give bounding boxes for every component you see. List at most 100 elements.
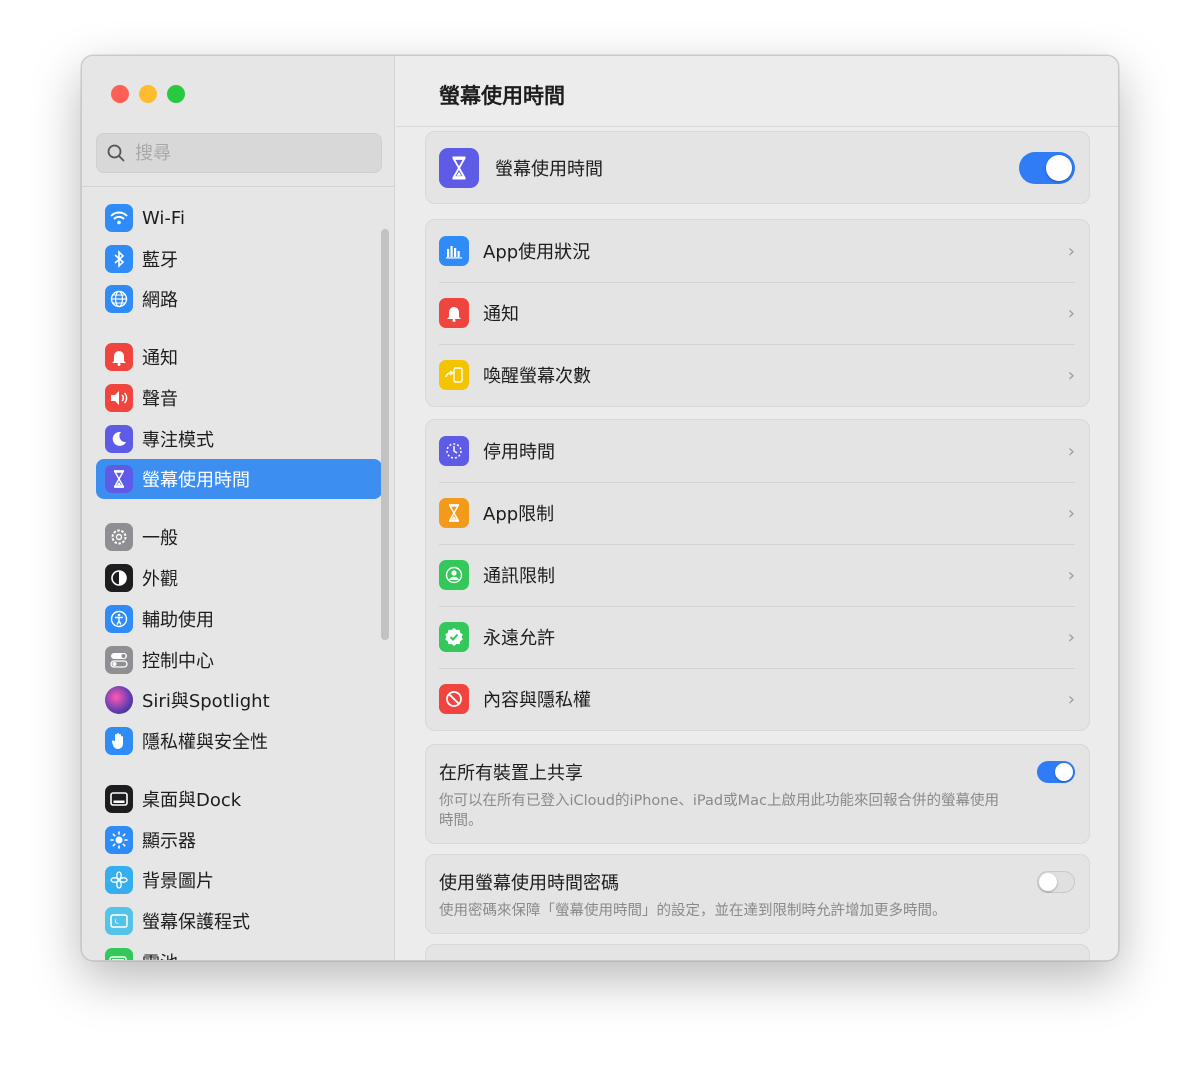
usage-group: App使用狀況 › 通知 › 喚醒螢幕次數 › (425, 219, 1090, 407)
screen-time-master-row: 螢幕使用時間 (426, 132, 1089, 203)
main-pane: 螢幕使用時間 螢幕使用時間 App使用狀況 › 通知 › 喚醒螢幕次數 › 停用… (396, 56, 1118, 960)
bell-icon (439, 298, 469, 328)
app-limits-row[interactable]: App限制 › (426, 482, 1089, 544)
sidebar-item-privacy[interactable]: 隱私權與安全性 (96, 721, 382, 761)
settings-window: Wi-Fi 藍牙 網路 通知 (81, 55, 1119, 961)
appearance-icon (105, 564, 133, 593)
chevron-right-icon: › (1067, 302, 1075, 324)
minimize-button[interactable] (139, 85, 157, 103)
sidebar-item-label: 通知 (142, 348, 178, 370)
downtime-row[interactable]: 停用時間 › (426, 420, 1089, 482)
sidebar-item-focus[interactable]: 專注模式 (96, 419, 382, 459)
speaker-icon (105, 384, 133, 413)
notifications-row[interactable]: 通知 › (426, 282, 1089, 344)
chevron-right-icon: › (1067, 364, 1075, 386)
wifi-icon (105, 204, 133, 232)
screen-time-toggle[interactable] (1019, 151, 1075, 184)
limits-group: 停用時間 › App限制 › 通訊限制 › 永遠允許 › 內容與隱私權 › (425, 419, 1090, 731)
share-toggle[interactable] (1037, 761, 1075, 783)
traffic-lights (111, 85, 185, 103)
sidebar-item-desktop-dock[interactable]: 桌面與Dock (96, 779, 382, 819)
sidebar-item-screen-time[interactable]: 螢幕使用時間 (96, 459, 382, 500)
sidebar-item-accessibility[interactable]: 輔助使用 (96, 599, 382, 639)
row-label: 內容與隱私權 (483, 690, 591, 711)
next-card-partial (425, 944, 1090, 960)
sidebar-item-label: 隱私權與安全性 (142, 731, 268, 753)
sidebar-item-battery[interactable]: 電池 (96, 942, 382, 960)
sidebar-scrollbar[interactable] (381, 229, 389, 640)
sidebar-item-label: 輔助使用 (142, 609, 214, 631)
gear-icon (105, 523, 133, 552)
sidebar-list: Wi-Fi 藍牙 網路 通知 聲音 專注模式 螢幕使用時間 一般 外觀 輔助使用… (96, 198, 382, 960)
always-allowed-row[interactable]: 永遠允許 › (426, 606, 1089, 668)
hourglass-icon (105, 465, 133, 494)
sidebar-item-label: 網路 (142, 290, 178, 312)
chevron-right-icon: › (1067, 240, 1075, 262)
pickup-icon (439, 360, 469, 390)
battery-icon (105, 947, 133, 960)
sidebar-item-bluetooth[interactable]: 藍牙 (96, 239, 382, 279)
chevron-right-icon: › (1067, 564, 1075, 586)
sidebar-item-control-center[interactable]: 控制中心 (96, 640, 382, 680)
row-label: 停用時間 (483, 442, 555, 463)
passcode-row: 使用螢幕使用時間密碼 使用密碼來保障「螢幕使用時間」的設定，並在達到限制時允許增… (426, 855, 1089, 933)
row-label: 喚醒螢幕次數 (483, 366, 591, 387)
screensaver-icon (105, 906, 133, 935)
sidebar-item-label: Siri與Spotlight (142, 691, 270, 713)
sidebar-item-label: 藍牙 (142, 249, 178, 271)
sidebar-item-wallpaper[interactable]: 背景圖片 (96, 860, 382, 900)
chevron-right-icon: › (1067, 688, 1075, 710)
contact-icon (439, 560, 469, 590)
passcode-toggle[interactable] (1037, 871, 1075, 893)
sidebar-item-label: 電池 (142, 949, 178, 960)
sidebar-item-label: 控制中心 (142, 650, 214, 672)
flower-icon (105, 866, 133, 895)
sidebar-item-screensaver[interactable]: 螢幕保護程式 (96, 901, 382, 941)
divider (396, 126, 1118, 127)
sidebar-item-appearance[interactable]: 外觀 (96, 558, 382, 598)
sidebar-item-general[interactable]: 一般 (96, 517, 382, 557)
row-label: 通知 (483, 304, 519, 325)
sidebar-item-network[interactable]: 網路 (96, 279, 382, 319)
pickups-row[interactable]: 喚醒螢幕次數 › (426, 344, 1089, 406)
screen-time-header-card: 螢幕使用時間 (425, 131, 1090, 204)
sidebar-item-label: 外觀 (142, 569, 178, 591)
bluetooth-icon (105, 244, 133, 273)
sidebar-item-displays[interactable]: 顯示器 (96, 820, 382, 860)
checkmark-badge-icon (439, 622, 469, 652)
hourglass-icon (439, 498, 469, 528)
sidebar-item-label: 背景圖片 (142, 871, 214, 893)
row-label: 通訊限制 (483, 566, 555, 587)
sidebar-item-label: 螢幕使用時間 (142, 470, 250, 492)
communication-limits-row[interactable]: 通訊限制 › (426, 544, 1089, 606)
sidebar-item-sound[interactable]: 聲音 (96, 378, 382, 418)
sidebar-item-label: 顯示器 (142, 830, 196, 852)
search-input[interactable] (135, 142, 355, 164)
bell-icon (105, 343, 133, 372)
share-title: 在所有裝置上共享 (439, 763, 583, 784)
page-title: 螢幕使用時間 (439, 84, 565, 108)
content-privacy-row[interactable]: 內容與隱私權 › (426, 668, 1089, 730)
search-icon (107, 144, 125, 162)
sidebar-item-label: 專注模式 (142, 429, 214, 451)
sidebar-item-notifications[interactable]: 通知 (96, 337, 382, 377)
row-label: App限制 (483, 504, 555, 525)
search-field[interactable] (96, 133, 382, 173)
divider (82, 186, 395, 187)
sidebar-item-label: Wi-Fi (142, 207, 185, 229)
sidebar-item-label: 一般 (142, 528, 178, 550)
hourglass-icon (439, 147, 479, 188)
share-description: 你可以在所有已登入iCloud的iPhone、iPad或Mac上啟用此功能來回報… (439, 793, 999, 829)
chevron-right-icon: › (1067, 440, 1075, 462)
close-button[interactable] (111, 85, 129, 103)
zoom-button[interactable] (167, 85, 185, 103)
dock-icon (105, 784, 133, 813)
hand-icon (105, 726, 133, 755)
sidebar-item-siri[interactable]: Siri與Spotlight (96, 680, 382, 720)
passcode-card: 使用螢幕使用時間密碼 使用密碼來保障「螢幕使用時間」的設定，並在達到限制時允許增… (425, 854, 1090, 934)
app-usage-row[interactable]: App使用狀況 › (426, 220, 1089, 282)
sidebar-item-wifi[interactable]: Wi-Fi (96, 198, 382, 238)
restricted-icon (439, 684, 469, 714)
globe-icon (105, 285, 133, 314)
downtime-icon (439, 436, 469, 466)
